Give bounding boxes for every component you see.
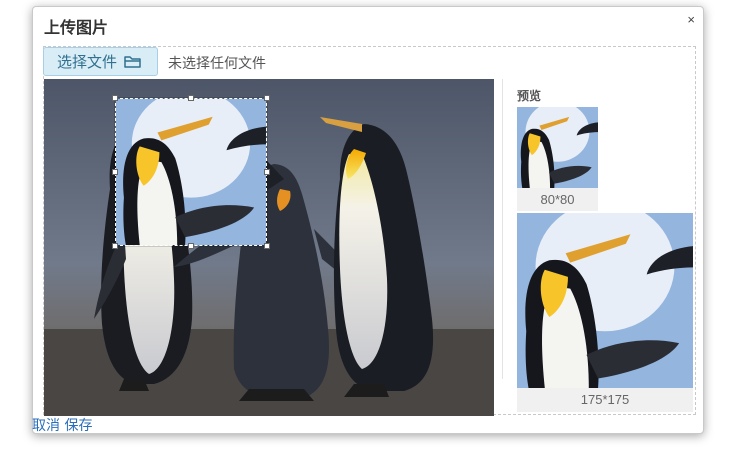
crop-handle-nw[interactable]	[112, 95, 118, 101]
dialog-title: 上传图片	[44, 18, 109, 37]
preview-small-caption: 80*80	[517, 188, 598, 211]
preview-label: 预览	[517, 89, 542, 103]
crop-handle-sw[interactable]	[112, 243, 118, 249]
preview-large-caption: 175*175	[517, 388, 693, 412]
no-file-selected-text: 未选择任何文件	[168, 56, 266, 72]
preview-large-image	[517, 213, 693, 388]
upload-image-dialog: 上传图片 × 选择文件 未选择任何文件 预览 80*80 175*175	[32, 6, 704, 434]
crop-handle-se[interactable]	[264, 243, 270, 249]
crop-handle-ne[interactable]	[264, 95, 270, 101]
crop-selection-box[interactable]	[112, 95, 270, 249]
crop-handle-n[interactable]	[188, 95, 194, 101]
close-button[interactable]: ×	[687, 13, 695, 26]
crop-handle-e[interactable]	[264, 169, 270, 175]
preview-divider	[502, 79, 503, 379]
choose-file-button[interactable]: 选择文件	[43, 47, 158, 76]
choose-file-label: 选择文件	[57, 53, 118, 71]
dialog-footer: 取消 保存	[32, 415, 92, 435]
preview-small-image	[517, 107, 598, 188]
folder-open-icon	[124, 55, 141, 68]
crop-image-area[interactable]	[44, 79, 494, 416]
crop-selection-image	[116, 99, 266, 245]
cancel-link[interactable]: 取消	[32, 418, 60, 434]
crop-handle-s[interactable]	[188, 243, 194, 249]
crop-handle-w[interactable]	[112, 169, 118, 175]
save-link[interactable]: 保存	[64, 418, 92, 434]
